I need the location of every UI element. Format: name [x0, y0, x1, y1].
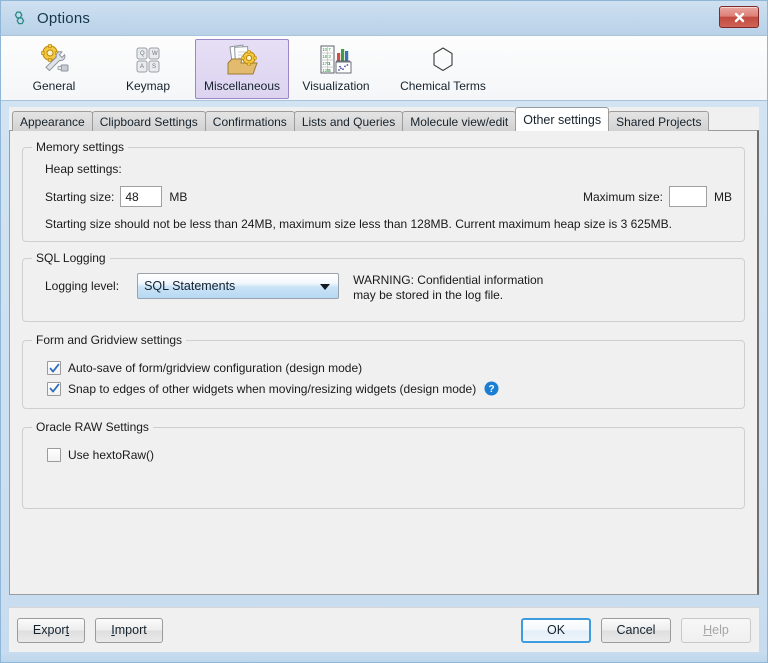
sql-warning-line-1: WARNING: Confidential information	[353, 273, 544, 287]
memory-settings-group-title: Memory settings	[32, 140, 129, 154]
autosave-checkbox[interactable]	[47, 361, 61, 375]
starting-size-label: Starting size:	[45, 189, 115, 204]
folder-gear-icon	[225, 43, 259, 77]
hextoraw-checkbox-row[interactable]: Use hextoRaw()	[47, 448, 732, 462]
export-mnemonic: t	[65, 623, 70, 637]
sql-warning-line-2: may be stored in the log file.	[353, 288, 504, 302]
molecule-icon	[11, 9, 29, 27]
form-gridview-group-title: Form and Gridview settings	[32, 333, 187, 347]
toolbar-item-general-label: General	[32, 79, 76, 93]
snap-to-edges-label: Snap to edges of other widgets when movi…	[68, 381, 477, 396]
svg-text:?: ?	[489, 384, 495, 395]
table-chart-icon: 10 7 18 3 170 1 120 6	[319, 43, 353, 77]
close-icon	[734, 12, 744, 22]
logging-level-value: SQL Statements	[144, 279, 236, 293]
options-dialog: Options General Q W A S Keymap Miscellan…	[0, 0, 768, 663]
maximum-size-unit: MB	[714, 189, 732, 204]
starting-size-unit: MB	[169, 189, 188, 204]
tab-shared-projects[interactable]: Shared Projects	[608, 111, 710, 131]
svg-text:S: S	[152, 64, 156, 70]
heap-settings-label: Heap settings:	[45, 162, 122, 176]
tab-confirmations[interactable]: Confirmations	[204, 111, 295, 131]
hextoraw-label: Use hextoRaw()	[68, 448, 155, 462]
tab-clipboard-settings[interactable]: Clipboard Settings	[91, 111, 206, 131]
benzene-ring-icon	[426, 43, 460, 77]
snap-to-edges-checkbox-row[interactable]: Snap to edges of other widgets when movi…	[47, 381, 732, 396]
category-toolbar: General Q W A S Keymap Miscellaneous 10 7 …	[1, 35, 767, 101]
oracle-raw-group-title: Oracle RAW Settings	[32, 420, 153, 434]
gear-wrench-icon	[37, 43, 71, 77]
ok-button[interactable]: OK	[521, 617, 591, 643]
autosave-label: Auto-save of form/gridview configuration…	[68, 361, 363, 375]
cancel-button[interactable]: Cancel	[601, 617, 671, 643]
toolbar-item-visualization[interactable]: 10 7 18 3 170 1 120 6 Visualization	[289, 39, 383, 99]
logging-level-label: Logging level:	[45, 279, 120, 293]
starting-size-input[interactable]	[120, 186, 163, 207]
export-button[interactable]: Export	[17, 617, 85, 643]
chevron-down-icon	[320, 284, 331, 290]
title-bar: Options	[1, 1, 767, 35]
maximum-size-input[interactable]	[669, 186, 707, 207]
tab-other-settings[interactable]: Other settings	[515, 107, 610, 131]
checkmark-icon	[49, 383, 59, 393]
help-button: Help	[681, 617, 751, 643]
tab-appearance-label: Appearance	[20, 114, 85, 129]
tab-other-settings-label: Other settings	[523, 112, 602, 127]
toolbar-item-visualization-label: Visualization	[302, 79, 370, 93]
svg-text:W: W	[152, 51, 158, 57]
tab-confirmations-label: Confirmations	[212, 114, 287, 129]
tab-content-other-settings: Memory settings Heap settings: Starting …	[9, 130, 759, 595]
tab-clipboard-settings-label: Clipboard Settings	[99, 114, 198, 129]
tab-lists-and-queries[interactable]: Lists and Queries	[293, 111, 404, 131]
checkmark-icon	[49, 363, 59, 372]
import-button[interactable]: Import	[95, 617, 163, 643]
svg-text:18: 18	[322, 54, 327, 59]
svg-text:A: A	[140, 64, 144, 70]
keyboard-keys-icon: Q W A S	[131, 43, 165, 77]
maximum-size-label: Maximum size:	[582, 189, 663, 204]
svg-text:10: 10	[322, 47, 327, 52]
cancel-button-label: Cancel	[616, 623, 656, 637]
toolbar-item-keymap-label: Keymap	[125, 79, 171, 93]
toolbar-item-miscellaneous-label: Miscellaneous	[203, 79, 281, 93]
hextoraw-checkbox[interactable]	[47, 448, 61, 462]
tab-shared-projects-label: Shared Projects	[616, 114, 702, 129]
window-bottom-edge	[1, 652, 767, 662]
help-mnemonic: H	[703, 623, 713, 637]
tab-molecule-view-edit-label: Molecule view/edit	[410, 114, 509, 129]
svg-text:Q: Q	[140, 51, 145, 57]
oracle-raw-settings-group: Oracle RAW Settings Use hextoRaw()	[22, 420, 745, 509]
toolbar-item-keymap[interactable]: Q W A S Keymap	[101, 39, 195, 99]
dialog-button-bar: Export Import OK Cancel Help	[9, 607, 759, 652]
import-mnemonic: I	[111, 623, 115, 637]
ok-button-label: OK	[546, 623, 566, 637]
toolbar-item-chemical-terms[interactable]: Chemical Terms	[383, 39, 503, 99]
settings-tab-panel: Appearance Clipboard Settings Confirmati…	[9, 107, 759, 595]
memory-hint-text: Starting size should not be less than 24…	[45, 217, 672, 231]
window-title: Options	[37, 9, 91, 27]
memory-settings-group: Memory settings Heap settings: Starting …	[22, 140, 745, 242]
toolbar-item-chemical-terms-label: Chemical Terms	[400, 79, 486, 93]
help-circle-icon[interactable]: ?	[484, 381, 499, 396]
tab-strip: Appearance Clipboard Settings Confirmati…	[9, 107, 759, 131]
tab-appearance[interactable]: Appearance	[12, 111, 93, 131]
tab-molecule-view-edit[interactable]: Molecule view/edit	[402, 111, 517, 131]
logging-level-select[interactable]: SQL Statements	[137, 273, 340, 299]
sql-logging-group: SQL Logging Logging level: SQL Statement…	[22, 251, 745, 322]
toolbar-item-miscellaneous[interactable]: Miscellaneous	[195, 39, 289, 99]
form-gridview-settings-group: Form and Gridview settings Auto-save of …	[22, 333, 745, 409]
tab-lists-and-queries-label: Lists and Queries	[301, 114, 396, 129]
sql-logging-group-title: SQL Logging	[32, 251, 110, 265]
snap-to-edges-checkbox[interactable]	[47, 381, 61, 396]
autosave-checkbox-row[interactable]: Auto-save of form/gridview configuration…	[47, 361, 732, 375]
close-button[interactable]	[719, 6, 759, 28]
toolbar-item-general[interactable]: General	[7, 39, 101, 99]
